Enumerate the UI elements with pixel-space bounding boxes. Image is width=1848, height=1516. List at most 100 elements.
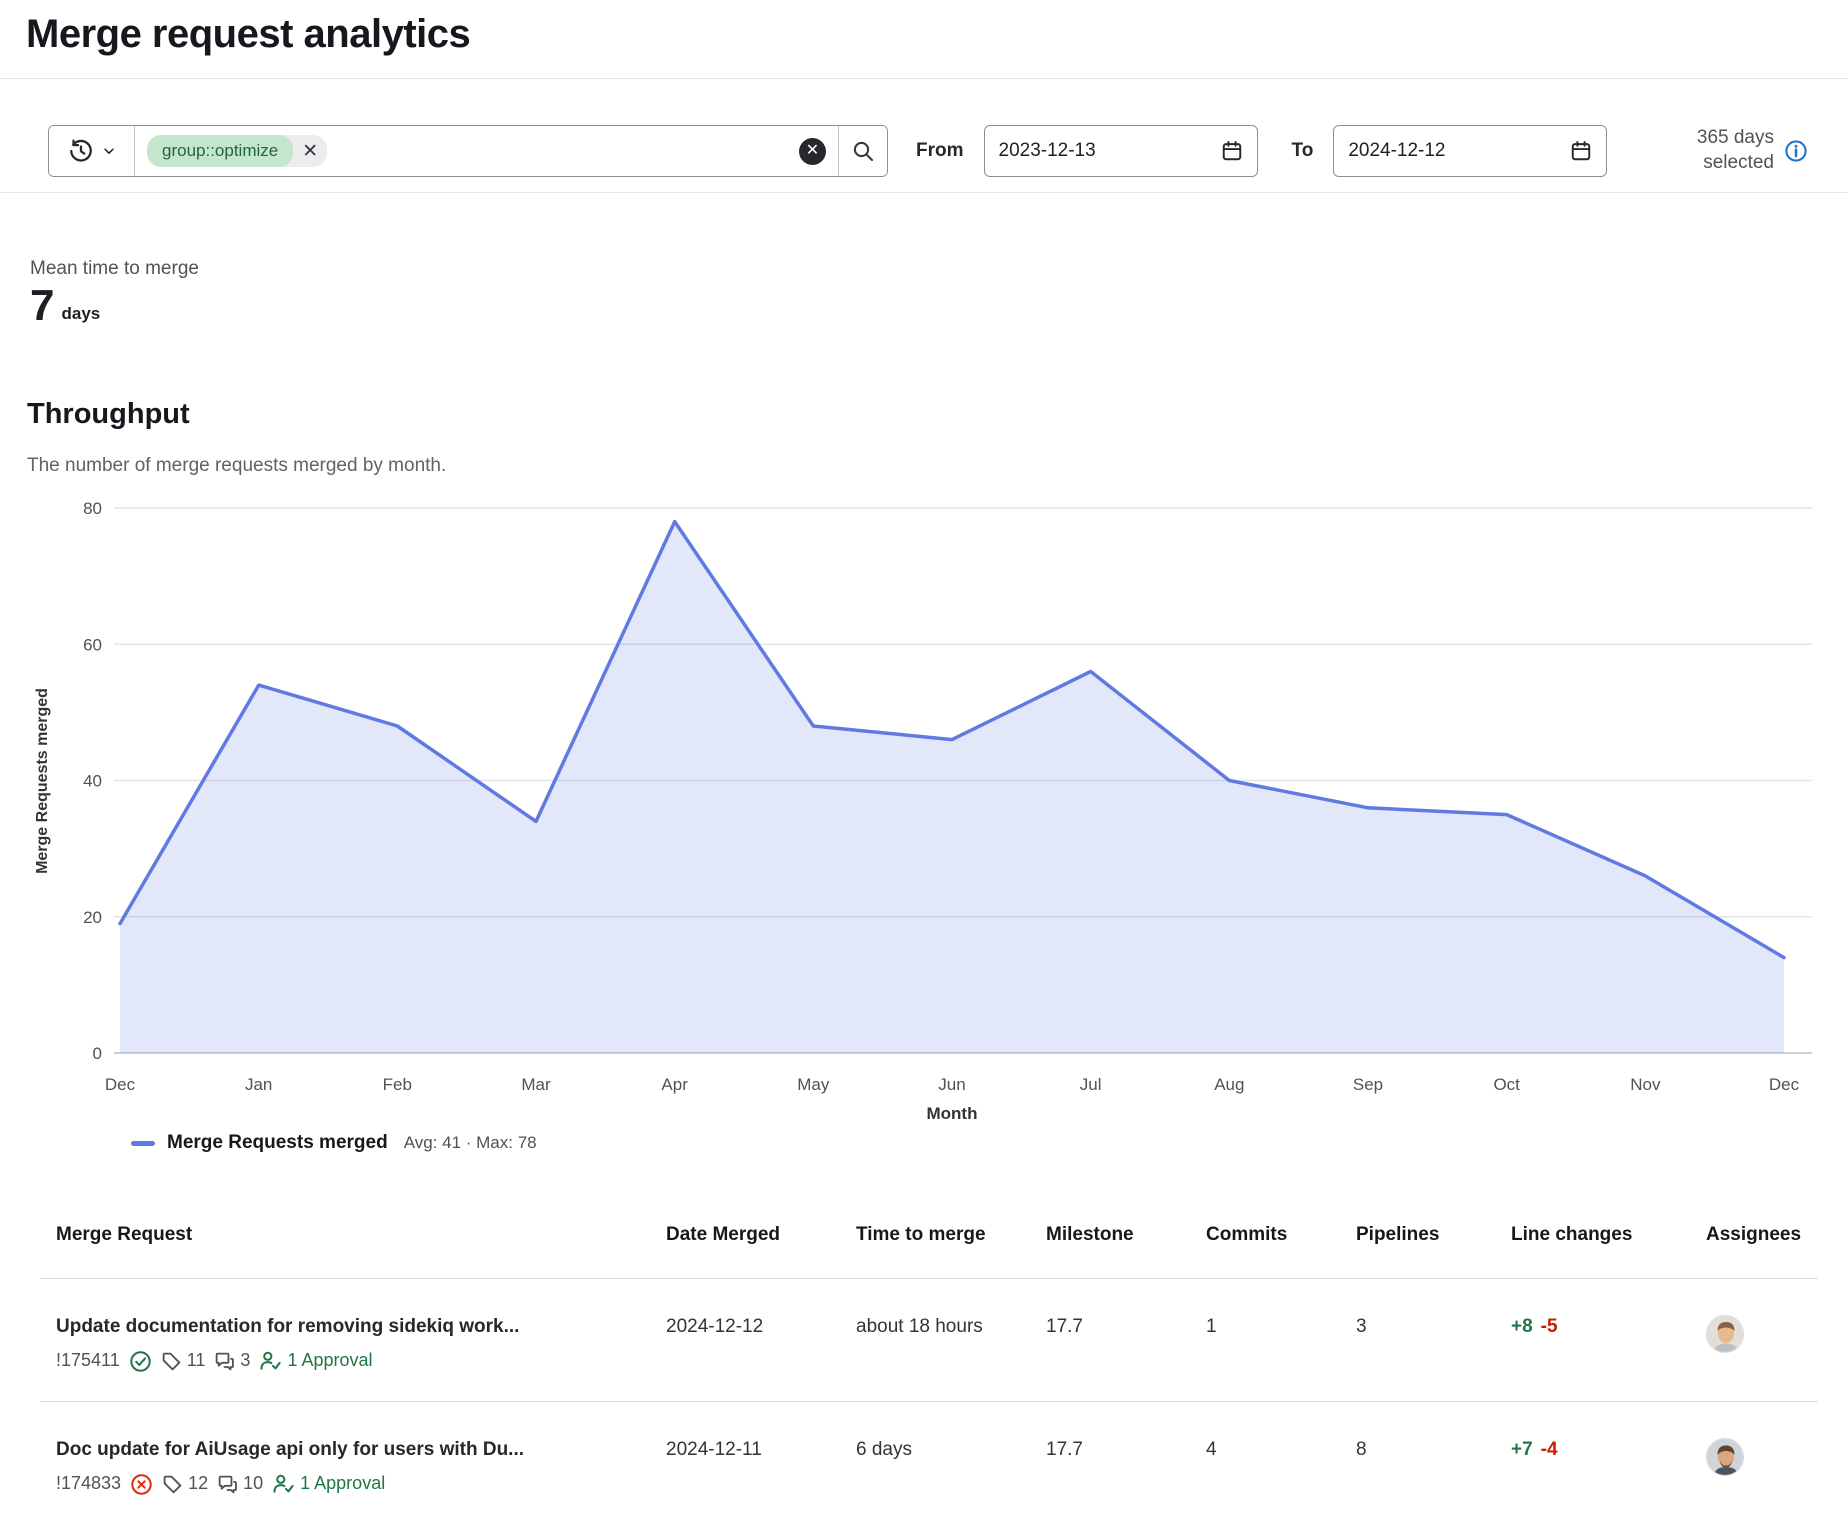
merge-request-id[interactable]: !174833: [56, 1472, 121, 1495]
milestone-cell: 17.7: [1030, 1402, 1190, 1516]
approval-icon: [272, 1473, 294, 1495]
header-divider: [0, 78, 1848, 79]
legend-swatch: [131, 1141, 155, 1146]
from-date-input[interactable]: 2023-12-13: [984, 125, 1258, 177]
svg-text:Sep: Sep: [1353, 1075, 1383, 1094]
throughput-description: The number of merge requests merged by m…: [27, 455, 446, 477]
legend-stats: Avg: 41 · Max: 78: [404, 1133, 537, 1153]
svg-text:Mar: Mar: [521, 1075, 551, 1094]
search-button[interactable]: [838, 126, 887, 176]
svg-text:20: 20: [83, 908, 102, 927]
to-date-value: 2024-12-12: [1348, 140, 1445, 162]
deletions: -5: [1541, 1316, 1558, 1337]
svg-text:Nov: Nov: [1630, 1075, 1661, 1094]
additions: +8: [1511, 1316, 1533, 1337]
calendar-icon: [1221, 140, 1243, 162]
svg-text:Jul: Jul: [1080, 1075, 1102, 1094]
avatar[interactable]: [1706, 1438, 1744, 1476]
svg-text:Dec: Dec: [105, 1075, 136, 1094]
label-icon: [161, 1351, 182, 1372]
filtered-search: group::optimize ✕ ✕: [48, 125, 888, 177]
time-to-merge-cell: 6 days: [840, 1402, 1030, 1516]
filter-divider: [0, 192, 1848, 193]
col-header-merge-request: Merge Request: [40, 1200, 650, 1278]
line-changes-cell: +8 -5: [1495, 1279, 1690, 1401]
from-date-value: 2023-12-13: [999, 140, 1096, 162]
chart-legend[interactable]: Merge Requests merged Avg: 41 · Max: 78: [131, 1132, 537, 1154]
svg-text:60: 60: [83, 635, 102, 654]
svg-text:80: 80: [83, 499, 102, 518]
pipeline-failed-icon: [130, 1473, 153, 1496]
line-changes-cell: +7-4: [1495, 1402, 1690, 1516]
filter-token[interactable]: group::optimize ✕: [147, 135, 327, 167]
to-date-input[interactable]: 2024-12-12: [1333, 125, 1607, 177]
table-row: Doc update for AiUsage api only for user…: [40, 1402, 1818, 1516]
filter-token-remove-button[interactable]: ✕: [293, 135, 327, 167]
search-icon: [851, 139, 875, 163]
clear-icon: ✕: [806, 143, 819, 159]
filter-bar: group::optimize ✕ ✕ From 2023-12-13: [48, 125, 1808, 177]
avatar[interactable]: [1706, 1315, 1744, 1353]
labels-count[interactable]: 11: [161, 1349, 206, 1372]
merge-request-cell: Update documentation for removing sideki…: [40, 1279, 650, 1401]
labels-count[interactable]: 12: [162, 1472, 208, 1495]
svg-text:Jun: Jun: [938, 1075, 965, 1094]
pipelines-cell: 8: [1340, 1402, 1495, 1516]
additions: +7: [1511, 1439, 1533, 1460]
time-to-merge-cell: about 18 hours: [840, 1279, 1030, 1401]
filtered-search-input[interactable]: group::optimize ✕: [135, 126, 799, 176]
throughput-heading: Throughput: [27, 398, 190, 431]
merge-request-analytics-page: Merge request analytics: [0, 0, 1848, 1516]
search-history-button[interactable]: [49, 126, 135, 176]
assignees-cell: [1690, 1279, 1818, 1401]
metric-label: Mean time to merge: [30, 258, 199, 280]
pipeline-passed-icon: [129, 1350, 152, 1373]
merge-request-meta: !175411: [56, 1349, 634, 1372]
svg-text:Dec: Dec: [1769, 1075, 1800, 1094]
legend-series-label: Merge Requests merged: [167, 1132, 388, 1154]
merge-request-title-link[interactable]: Update documentation for removing sideki…: [56, 1316, 519, 1337]
info-icon[interactable]: [1784, 139, 1808, 163]
approval-icon: [259, 1350, 281, 1372]
merge-request-table: Merge Request Date Merged Time to merge …: [40, 1200, 1818, 1516]
mean-time-to-merge-metric: Mean time to merge 7 days: [30, 258, 199, 328]
days-selected-text: 365 days selected: [1697, 126, 1774, 175]
table-row: Update documentation for removing sideki…: [40, 1279, 1818, 1402]
col-header-time-to-merge: Time to merge: [840, 1200, 1030, 1278]
comments-icon: [214, 1351, 235, 1372]
col-header-milestone: Milestone: [1030, 1200, 1190, 1278]
merge-request-id[interactable]: !175411: [56, 1349, 120, 1372]
assignees-cell: [1690, 1402, 1818, 1516]
comments-count[interactable]: 3: [214, 1349, 250, 1372]
page-title: Merge request analytics: [26, 12, 470, 57]
date-merged-cell: 2024-12-11: [650, 1402, 840, 1516]
col-header-line-changes: Line changes: [1495, 1200, 1690, 1278]
metric-value: 7: [30, 284, 54, 328]
svg-text:Apr: Apr: [661, 1075, 688, 1094]
svg-text:Feb: Feb: [383, 1075, 412, 1094]
metric-unit: days: [61, 304, 100, 324]
svg-text:Jan: Jan: [245, 1075, 272, 1094]
approvals[interactable]: 1 Approval: [272, 1472, 385, 1495]
merge-request-title-link[interactable]: Doc update for AiUsage api only for user…: [56, 1439, 524, 1460]
clear-search-button[interactable]: ✕: [799, 138, 826, 165]
col-header-pipelines: Pipelines: [1340, 1200, 1495, 1278]
commits-cell: 4: [1190, 1402, 1340, 1516]
table-header-row: Merge Request Date Merged Time to merge …: [40, 1200, 1818, 1279]
pipelines-cell: 3: [1340, 1279, 1495, 1401]
svg-text:Aug: Aug: [1214, 1075, 1244, 1094]
y-axis-title: Merge Requests merged: [34, 688, 51, 874]
calendar-icon: [1570, 140, 1592, 162]
filter-token-label: group::optimize: [147, 135, 293, 167]
comments-count[interactable]: 10: [217, 1472, 263, 1495]
x-axis-title: Month: [927, 1104, 978, 1123]
approvals[interactable]: 1 Approval: [259, 1349, 372, 1372]
svg-text:40: 40: [83, 772, 102, 791]
col-header-assignees: Assignees: [1690, 1200, 1818, 1278]
days-selected: 365 days selected: [1697, 126, 1808, 175]
from-label: From: [916, 140, 964, 162]
svg-text:0: 0: [93, 1044, 102, 1063]
date-merged-cell: 2024-12-12: [650, 1279, 840, 1401]
col-header-commits: Commits: [1190, 1200, 1340, 1278]
svg-text:May: May: [797, 1075, 830, 1094]
